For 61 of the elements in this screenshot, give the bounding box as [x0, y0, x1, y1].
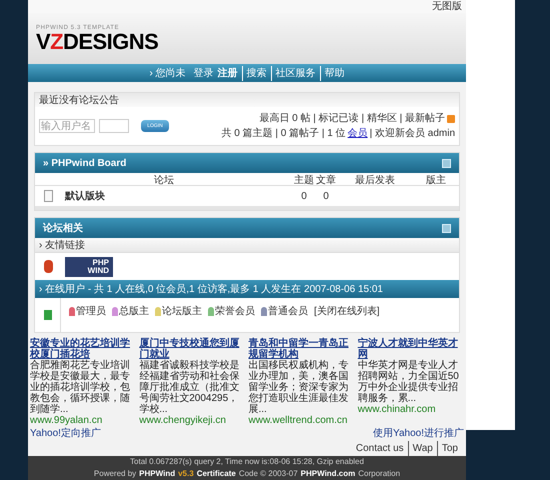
forum-name[interactable]: 默认版块 [61, 188, 293, 204]
rss-icon[interactable] [447, 114, 455, 122]
nav-link[interactable]: 注册 [218, 66, 238, 81]
topic-count: 0 [300, 190, 308, 204]
ad-description: 福建省诚毅科技学校是经福建省劳动和社会保障厅批准成立（批准文号闽劳社文2004295，学校... [139, 360, 240, 415]
ad-url[interactable]: www.chengyikeji.cn [139, 415, 246, 426]
ad-url[interactable]: www.welltrend.com.cn [248, 415, 355, 426]
footer-text: Code © 2003-07 [238, 468, 298, 480]
footer-link[interactable]: Contact us [356, 441, 404, 456]
column-header: 论坛 [153, 174, 175, 188]
stats-text: 共 0 篇主题 | 0 篇帖子 | 1 位 [222, 126, 346, 141]
announcement-text: 最近没有论坛公告 [39, 94, 119, 108]
ad-title[interactable]: 安徽专业的花艺培训学校厦门插花培 [30, 338, 136, 360]
links-header: › 友情链接 [39, 238, 86, 252]
related-header: 论坛相关 [35, 218, 459, 238]
footer-text: Powered by [94, 468, 136, 480]
footer-text: Certificate [196, 468, 236, 480]
password-field[interactable] [99, 119, 129, 133]
legend-label: 普通会员 [268, 304, 308, 319]
nav-link[interactable]: 搜索 [242, 66, 267, 81]
ad-url[interactable]: www.chinahr.com [358, 404, 464, 415]
collapse-icon[interactable] [442, 158, 451, 168]
members-link[interactable]: 会员 [348, 126, 368, 141]
ad-description: 出国移民权威机构，专业办理加，美，澳各国留学业务；资深专家为您打造职业生涯最佳发展... [248, 360, 350, 415]
column-header: 版主 [425, 174, 447, 188]
footer-text: PHPWind [139, 468, 176, 480]
legend-label: 管理员 [76, 305, 106, 319]
ad-title[interactable]: 厦门中专技校通您到厦门就业 [139, 338, 246, 360]
site-logo: VZDESIGNS [36, 30, 160, 53]
stats-text: 最高日 0 帖 | 标记已读 | 精华区 | 最新帖子 [259, 112, 445, 126]
board-header: » PHPwind Board [35, 153, 459, 173]
ad-url[interactable]: www.99yalan.cn [30, 415, 136, 426]
footer-text: Corporation [358, 468, 400, 480]
document-icon [44, 190, 52, 202]
ad-title[interactable]: 宁波人才就到中华英才网 [358, 338, 464, 360]
column-header: 主题 [293, 174, 315, 188]
nav-greeting: › 您尚未 [149, 66, 186, 81]
text-only-link[interactable]: 无图版 [432, 0, 462, 14]
legend-label: 论坛版主 [162, 304, 202, 319]
sponsor-link[interactable]: Yahoo!定向推广 [30, 426, 101, 441]
partner-logo[interactable]: PHP WIND [65, 256, 113, 276]
username-field[interactable]: 输入用户名 [39, 119, 95, 133]
nav-link[interactable]: 帮助 [320, 66, 345, 81]
close-list-link[interactable]: [关闭在线列表] [314, 304, 380, 319]
footer-text: v5.3 [178, 468, 194, 480]
nav-link[interactable]: 登录 [194, 66, 214, 81]
footer-text: Total 0.067287(s) query 2, Time now is:08-06 15:28, Gzip enabled [130, 456, 364, 468]
legend-label: 总版主 [119, 304, 149, 319]
ad-description: 合肥雅阁花艺专业培训学校是安徽最大，最专业的插花培训学校，包教包会，循环授课，随到随学... [30, 360, 131, 415]
legend-label: 荣誉会员 [215, 304, 255, 319]
post-count: 0 [322, 190, 330, 204]
stats-text: | 欢迎新会员 admin [370, 126, 455, 141]
nav-link[interactable]: 社区服务 [270, 66, 316, 81]
column-header: 文章 [315, 174, 337, 188]
collapse-icon[interactable] [442, 224, 451, 232]
ad-description: 中华英才网是专业人才招聘网站，力全国近50万中外企业提供专业招聘服务，累... [358, 360, 460, 404]
footer-text: PHPWind.com [300, 468, 356, 480]
sponsor-link[interactable]: 使用Yahoo!进行推广 [373, 426, 464, 441]
ad-title[interactable]: 青岛和中留学一青岛正规留学机构 [248, 338, 355, 360]
column-header: 最后发表 [354, 174, 396, 188]
online-header: › 在线用户 - 共 1 人在线,0 位会员,1 位访客,最多 1 人发生在 2007-08-06 15:01 [35, 280, 459, 298]
